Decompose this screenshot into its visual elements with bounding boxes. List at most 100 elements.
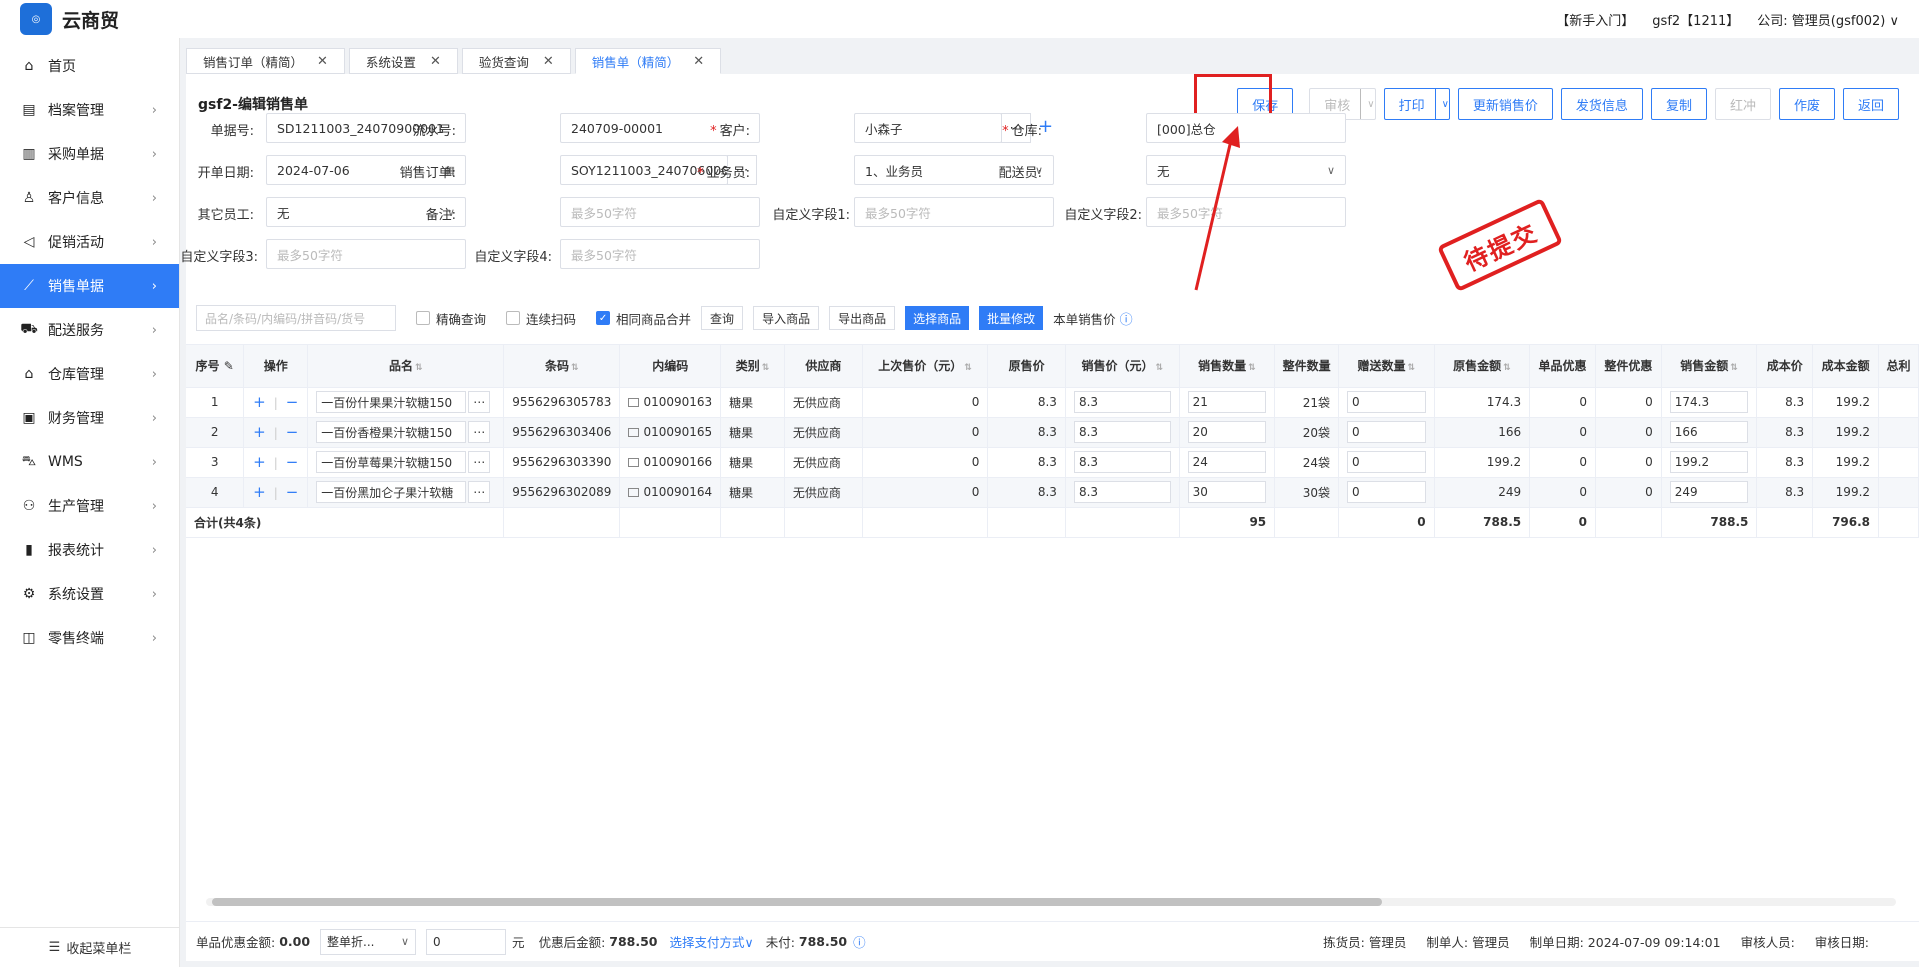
sidebar-item-production[interactable]: ⚇ 生产管理 › [0,484,179,528]
add-row-icon[interactable]: + [253,423,266,441]
remove-row-icon[interactable]: − [286,453,299,471]
product-name-input[interactable]: 一百份黑加仑子果汁软糖 [316,481,467,503]
back-button[interactable]: 返回 [1842,88,1899,120]
tab-sales-doc[interactable]: 销售单（精简） ✕ [574,48,722,74]
price-input[interactable]: 8.3 [1073,421,1171,443]
gift-input[interactable]: 0 [1346,451,1426,473]
sidebar-item-retail[interactable]: ◫ 零售终端 › [0,616,179,660]
help-icon[interactable]: ⓘ [1120,309,1133,328]
add-row-icon[interactable]: + [253,483,266,501]
help-icon[interactable]: ⓘ [853,932,866,951]
add-row-icon[interactable]: + [253,393,266,411]
whole-disc-select[interactable]: 整单折... ∨ [320,928,417,955]
close-icon[interactable]: ✕ [317,54,328,69]
select-product-button[interactable]: 选择商品 [905,306,970,330]
qty-input[interactable]: 24 [1187,451,1267,473]
col-header[interactable]: 条码 ⇅ [503,345,621,388]
add-row-icon[interactable]: + [253,453,266,471]
col-header[interactable]: 销售金额 ⇅ [1661,345,1758,388]
custom4-field[interactable]: 最多50字符 [560,239,760,269]
tab-sales-order[interactable]: 销售订单（精简） ✕ [186,48,345,74]
close-icon[interactable]: ✕ [430,54,441,69]
sidebar-item-sales[interactable]: ⟋ 销售单据 › [0,264,179,308]
gift-input[interactable]: 0 [1346,481,1426,503]
sidebar-item-home[interactable]: ⌂ 首页 [0,44,179,88]
qty-input[interactable]: 20 [1187,421,1267,443]
product-name-input[interactable]: 一百份香橙果汁软糖150 [316,421,467,443]
sidebar-item-purchase[interactable]: ▥ 采购单据 › [0,132,179,176]
amount-input[interactable]: 249 [1669,481,1749,503]
remark-field[interactable]: 最多50字符 [560,197,760,227]
void-button[interactable]: 作废 [1778,88,1835,120]
export-button[interactable]: 导出商品 [829,306,896,330]
amount-input[interactable]: 199.2 [1669,451,1749,473]
sidebar-item-archive[interactable]: ▤ 档案管理 › [0,88,179,132]
row-pack-disc: 0 [1595,477,1662,508]
company-menu[interactable]: 公司: 管理员(gsf002) ∨ [1757,10,1899,29]
col-header[interactable]: 原售金额 ⇅ [1434,345,1531,388]
product-search-input[interactable]: 品名/条码/内编码/拼音码/货号 [196,305,396,331]
horizontal-scrollbar[interactable] [206,898,1896,906]
custom1-field[interactable]: 最多50字符 [854,197,1054,227]
scrollbar-thumb[interactable] [212,898,1382,906]
remove-row-icon[interactable]: − [286,483,299,501]
amount-input[interactable]: 174.3 [1669,391,1749,413]
query-button[interactable]: 查询 [701,306,744,330]
sidebar-item-report[interactable]: ▮ 报表统计 › [0,528,179,572]
disc-value-input[interactable]: 0 [426,928,507,955]
col-header[interactable]: 赠送数量 ⇅ [1338,345,1435,388]
product-name-input[interactable]: 一百份什果果汁软糖150 [316,391,467,413]
row-pack: 20袋 [1274,417,1339,448]
sidebar-item-wms[interactable]: ⛍ WMS › [0,440,179,484]
custom3-field[interactable]: 最多50字符 [266,239,466,269]
product-picker-button[interactable]: ⋯ [468,391,491,413]
print-button[interactable]: 打印 ∨ [1383,88,1450,120]
tab-system-settings[interactable]: 系统设置 ✕ [348,48,458,74]
price-input[interactable]: 8.3 [1073,451,1171,473]
sidebar-item-warehouse[interactable]: ⌂ 仓库管理 › [0,352,179,396]
col-header[interactable]: 销售价（元） ⇅ [1065,345,1180,388]
sidebar-item-customer[interactable]: ♙ 客户信息 › [0,176,179,220]
remove-row-icon[interactable]: − [286,423,299,441]
sidebar-item-finance[interactable]: ▣ 财务管理 › [0,396,179,440]
sidebar-item-delivery[interactable]: ⛟ 配送服务 › [0,308,179,352]
pay-method-link[interactable]: 选择支付方式∨ [670,932,754,951]
qty-input[interactable]: 21 [1187,391,1267,413]
exact-checkbox[interactable]: 精确查询 [416,309,486,328]
copy-button[interactable]: 复制 [1650,88,1707,120]
sidebar-item-settings[interactable]: ⚙ 系统设置 › [0,572,179,616]
price-input[interactable]: 8.3 [1073,481,1171,503]
col-header[interactable]: 品名 ⇅ [307,345,505,388]
product-picker-button[interactable]: ⋯ [468,421,491,443]
col-header[interactable]: 序号 ✎ [186,345,245,388]
gift-input[interactable]: 0 [1346,421,1426,443]
qty-input[interactable]: 30 [1187,481,1267,503]
update-price-button[interactable]: 更新销售价 [1457,88,1553,120]
collapse-menu-button[interactable]: ☰ 收起菜单栏 [0,927,180,967]
ship-info-button[interactable]: 发货信息 [1560,88,1643,120]
gift-input[interactable]: 0 [1346,391,1426,413]
merge-checkbox[interactable]: ✓ 相同商品合并 [596,309,691,328]
col-header[interactable]: 上次售价（元） ⇅ [862,345,989,388]
continuous-checkbox[interactable]: 连续扫码 [506,309,576,328]
row-profit [1878,387,1919,418]
col-header[interactable]: 类别 ⇅ [720,345,785,388]
col-header[interactable]: 销售数量 ⇅ [1179,345,1276,388]
remove-row-icon[interactable]: − [286,393,299,411]
product-name-input[interactable]: 一百份草莓果汁软糖150 [316,451,467,473]
chevron-right-icon: › [151,278,157,294]
product-picker-button[interactable]: ⋯ [468,451,491,473]
guide-link[interactable]: 【新手入门】 [1556,10,1634,29]
row-no: 2 [186,417,245,448]
close-icon[interactable]: ✕ [543,54,554,69]
price-input[interactable]: 8.3 [1073,391,1171,413]
amount-input[interactable]: 166 [1669,421,1749,443]
product-picker-button[interactable]: ⋯ [468,481,491,503]
close-icon[interactable]: ✕ [693,54,704,69]
red-reverse-button[interactable]: 红冲 [1714,88,1771,120]
sidebar-item-promotion[interactable]: ◁ 促销活动 › [0,220,179,264]
chevron-down-icon: ∨ [1360,89,1375,119]
tab-inspection[interactable]: 验货查询 ✕ [461,48,571,74]
batch-edit-button[interactable]: 批量修改 [979,306,1044,330]
import-button[interactable]: 导入商品 [753,306,820,330]
